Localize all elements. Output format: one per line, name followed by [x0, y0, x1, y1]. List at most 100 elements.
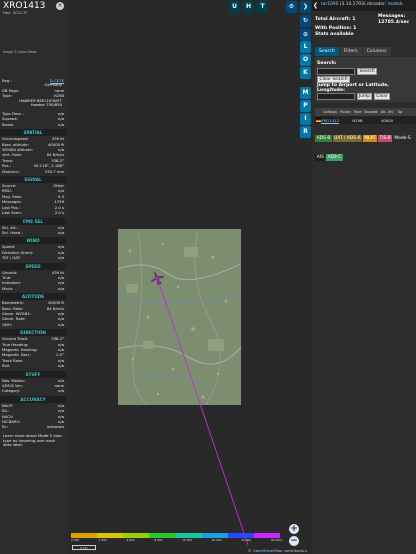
row-altitude: 40000: [380, 117, 394, 123]
filter-chip[interactable]: Mode-S: [392, 135, 413, 142]
info-row-value: n/a: [57, 229, 64, 235]
total-aircraft: Total Aircraft: 1: [315, 17, 356, 22]
attribution-suffix: contributors.: [282, 548, 308, 553]
info-row-label: Roll:: [2, 363, 11, 369]
osm-link[interactable]: OpenStreetMap: [253, 548, 283, 553]
info-row: Roll: n/a: [2, 363, 64, 368]
filter-chip[interactable]: TIS-B: [378, 135, 393, 142]
info-row-value: n/a: [57, 321, 64, 327]
map-button-h[interactable]: H: [243, 1, 254, 13]
legend-label: 40 000+: [270, 538, 283, 542]
info-sections: Type Desc.: n/a Squawk: n/a Route: n/a SPATIAL…: [0, 108, 66, 430]
callsign: XRO1413: [3, 1, 46, 11]
section-rows: Speed: n/a Direction (from): n/a TAT / OAT: n…: [0, 244, 66, 260]
section-header[interactable]: SPEED: [0, 262, 66, 270]
hex-code: Hex: 3CCC7F: [3, 11, 28, 15]
map-attribution: © OpenStreetMap contributors.: [245, 548, 310, 553]
jump-input[interactable]: [317, 93, 355, 100]
section-header[interactable]: STUFF: [0, 370, 66, 378]
col-altitude[interactable]: Alt. (ft): [379, 108, 395, 116]
map-button-u[interactable]: U: [229, 1, 240, 13]
section-header[interactable]: SPATIAL: [0, 129, 66, 137]
section-rows: Groundspeed: 439 kt Baro. altitude: 40000 f…: [0, 136, 66, 174]
legend-label: 8 000: [154, 538, 163, 542]
reg-label: Reg.:: [2, 78, 12, 83]
section-rows: Ground Track: 338.2° True Heading: n/a Magne…: [0, 336, 66, 368]
map-button-t[interactable]: T: [257, 1, 268, 13]
info-row: Distance: 230.7 nmi: [2, 169, 64, 174]
filter-chip[interactable]: UAT / ADS-R: [332, 135, 363, 142]
col-callsign[interactable]: Callsign: [321, 108, 339, 116]
info-row-label: TAT / OAT:: [2, 255, 21, 261]
search-panel: Search: Search Clear Search Jump to Airp…: [315, 57, 416, 102]
zoom-out-button[interactable]: −: [289, 536, 299, 546]
section-rows: Type Desc.: n/a Squawk: n/a Route: n/a: [0, 111, 66, 127]
section-rows: Barometric: 40000 ft Baro. Rate: 64 ft/min G…: [0, 300, 66, 327]
clear-button[interactable]: Clear: [374, 93, 390, 100]
map-button-o[interactable]: O: [300, 54, 311, 66]
filter-chip[interactable]: ADS-C: [325, 154, 343, 161]
info-header: XRO1413 Hex: 3CCC7F ×: [0, 0, 66, 15]
search-label: Search:: [317, 61, 337, 66]
messages-label: Messages:: [378, 14, 406, 19]
sidebar: ❮ tar1090 (3.14.1793) decoder: readsb To…: [312, 0, 416, 554]
map-button-p[interactable]: P: [300, 100, 311, 112]
prev-arrow-icon[interactable]: ❮: [313, 2, 319, 9]
col-squawk[interactable]: Squawk: [363, 108, 379, 116]
with-position: With Position: 1: [315, 26, 357, 31]
aircraft-marker-icon[interactable]: [150, 270, 164, 285]
aircraft-info-panel: XRO1413 Hex: 3CCC7F × Image © Julian Maa…: [0, 0, 66, 554]
legend-label: 2 000: [71, 538, 80, 542]
source-filter-chips: ADS-B UAT / ADS-R MLAT TIS-B Mode-S AIS ADS-C: [315, 124, 416, 162]
section-header[interactable]: ALTITUDE: [0, 293, 66, 301]
section-rows: Ground: 439 kt True: n/a Indicated: n/a Mach: n…: [0, 270, 66, 292]
map-button-m[interactable]: M: [300, 87, 311, 99]
map-view[interactable]: U H T ⚙ ❯ ↻ ⊙ L O K M P I R + − 2 000 4 0…: [66, 0, 312, 554]
section-header[interactable]: ACCURACY: [0, 395, 66, 403]
settings-gear-icon[interactable]: ⚙: [286, 1, 297, 13]
collapse-sidebar-icon[interactable]: ❯: [300, 1, 311, 13]
center-icon[interactable]: ⊙: [300, 29, 311, 41]
section-header[interactable]: FMS SEL: [0, 217, 66, 225]
map-tile: [118, 229, 241, 405]
map-button-i[interactable]: I: [300, 113, 311, 125]
jump-button[interactable]: Jump: [357, 93, 372, 100]
info-row-label: Route:: [2, 121, 15, 127]
decoder-link[interactable]: readsb: [388, 2, 403, 7]
col-type[interactable]: Type: [352, 108, 363, 116]
map-button-l[interactable]: L: [300, 41, 311, 53]
tar1090-link[interactable]: tar1090: [321, 2, 338, 7]
clear-search-button[interactable]: Clear Search: [317, 76, 350, 83]
col-speed[interactable]: Sp: [395, 108, 405, 116]
filter-chip[interactable]: ADS-B: [315, 135, 332, 142]
filter-chip[interactable]: MLAT: [362, 135, 378, 142]
col-route[interactable]: Route: [339, 108, 352, 116]
tab-filters[interactable]: Filters: [339, 47, 362, 56]
info-row-value: n/a: [57, 121, 64, 127]
filter-chip[interactable]: AIS: [315, 154, 326, 161]
search-input[interactable]: [317, 68, 355, 75]
info-row-label: Rc:: [2, 424, 9, 430]
refresh-icon[interactable]: ↻: [300, 15, 311, 27]
close-icon[interactable]: ×: [56, 2, 64, 10]
tab-search[interactable]: Search: [315, 47, 339, 56]
search-button[interactable]: Search: [357, 68, 377, 75]
tab-columns[interactable]: Columns: [362, 47, 391, 56]
row-callsign[interactable]: XRO1413: [321, 118, 339, 123]
info-row-label: Last Seen:: [2, 210, 22, 216]
section-header[interactable]: DIRECTION: [0, 329, 66, 337]
section-header[interactable]: SIGNAL: [0, 176, 66, 184]
info-row-value: 230.7 nmi: [44, 168, 64, 174]
section-header[interactable]: WIND: [0, 237, 66, 245]
aircraft-table: Callsign Route Type Squawk Alt. (ft) Sp …: [315, 108, 416, 124]
info-row: Sel. Head.: n/a: [2, 230, 64, 235]
zoom-in-button[interactable]: +: [289, 524, 299, 534]
registration-block: Reg.: D-CETE Germany DB flags: none Type…: [0, 78, 66, 108]
info-row-label: Category:: [2, 388, 21, 394]
table-row[interactable]: XRO1413 H25B 40000: [315, 116, 416, 124]
sidebar-tabs: Search Filters Columns: [315, 47, 392, 56]
info-row: Category: n/a: [2, 388, 64, 393]
map-button-k[interactable]: K: [300, 67, 311, 79]
stats-available[interactable]: Stats available: [315, 32, 354, 37]
map-button-r[interactable]: R: [300, 126, 311, 138]
